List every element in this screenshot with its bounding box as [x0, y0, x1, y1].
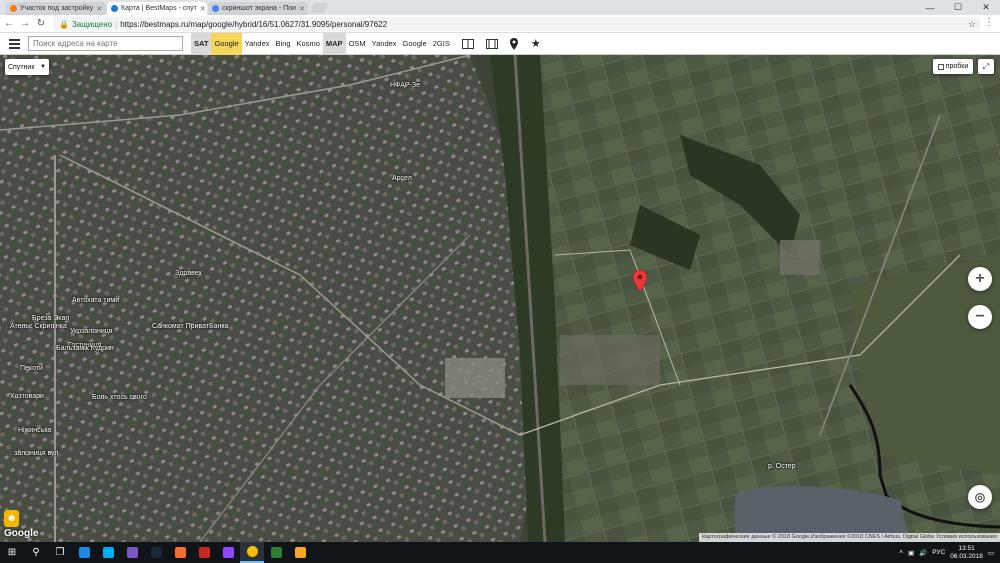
layer-sat-kosmo[interactable]: Kosmo [294, 33, 323, 55]
map-place-label: Укрзалізниця [70, 328, 113, 335]
clock-date: 06.03.2018 [950, 552, 983, 560]
layer-map-google[interactable]: Google [400, 33, 430, 55]
address-search-input[interactable] [28, 36, 183, 51]
taskbar-icons: ⊞ ⚲ ❐ [0, 542, 312, 563]
terminal-icon[interactable] [264, 542, 288, 563]
map-copyright: Картографические данные © 2018 Google,Из… [699, 533, 1000, 542]
split-horizontal-icon[interactable] [459, 33, 477, 55]
tab-favicon-icon [111, 5, 118, 12]
split-vertical-icon[interactable] [483, 33, 501, 55]
map-place-label: Хозтовари [10, 393, 44, 400]
layer-sat-google[interactable]: Google [211, 32, 242, 55]
browser-tab-3[interactable]: скриншот экрана - Пои ✕ [208, 2, 308, 15]
sat-group-label[interactable]: SAT [191, 32, 212, 55]
origin-icon[interactable] [168, 542, 192, 563]
map-group-label[interactable]: MAP [322, 32, 346, 55]
browser-tab-2[interactable]: Карта | BestMaps - спут ✕ [107, 2, 207, 15]
map-place-label: Боль хтось свого [92, 394, 147, 401]
tab-title: скриншот экрана - Пои [222, 5, 296, 12]
fullscreen-icon[interactable]: ⤢ [978, 59, 994, 74]
lock-icon: 🔒 [59, 19, 69, 29]
edge-icon[interactable] [72, 542, 96, 563]
windows-start-icon[interactable]: ⊞ [0, 542, 24, 563]
street-view-pegman-icon[interactable]: ☻ [4, 510, 19, 527]
map-place-label: Ніжинська [18, 427, 52, 434]
map-type-label: Спутник [8, 63, 35, 71]
maximize-button[interactable]: ☐ [944, 0, 972, 15]
clock-time: 13:51 [958, 544, 975, 552]
browser-tab-1[interactable]: Участок под застройку ✕ [6, 2, 106, 15]
volume-icon[interactable]: 🔊 [919, 549, 927, 557]
zoom-in-button[interactable]: + [968, 267, 992, 291]
satellite-map[interactable]: НФАР-Зе Арсел Здравех Автохата тими Бреза Эк… [0, 55, 1000, 542]
reload-icon[interactable]: ↻ [36, 18, 46, 29]
hamburger-menu-icon[interactable] [0, 33, 28, 55]
browser-menu-icon[interactable]: ⋮ [984, 17, 994, 28]
tab-title: Участок под застройку [20, 5, 94, 12]
map-type-control[interactable]: Спутник ▼ [5, 59, 49, 75]
tab-close-icon[interactable]: ✕ [299, 5, 305, 13]
language-indicator[interactable]: РУС [932, 549, 945, 556]
checkbox-icon [937, 63, 944, 70]
map-place-label: Санкомат ПриватБанка [152, 323, 229, 330]
chrome-icon[interactable] [240, 542, 264, 563]
tab-favicon-icon [10, 5, 17, 12]
map-place-label: Здравех [175, 270, 202, 277]
network-icon[interactable]: ▣ [908, 549, 914, 557]
notifications-icon[interactable]: ▭ [988, 549, 994, 557]
new-tab-button[interactable] [310, 3, 328, 13]
tab-title: Карта | BestMaps - спут [121, 5, 197, 12]
bookmark-star-icon[interactable]: ☆ [968, 19, 976, 30]
my-location-icon[interactable]: ◎ [968, 485, 992, 509]
traffic-toggle[interactable]: пробки [933, 59, 973, 74]
search-icon[interactable]: ⚲ [24, 542, 48, 563]
twitch-icon[interactable] [216, 542, 240, 563]
close-window-button[interactable]: ✕ [972, 0, 1000, 15]
map-place-label: НФАР-Зе [390, 82, 421, 89]
steam-icon[interactable] [144, 542, 168, 563]
layer-map-2gis[interactable]: 2GIS [430, 33, 453, 55]
map-place-label: залізниця вул [14, 450, 59, 457]
skype-icon[interactable] [96, 542, 120, 563]
address-bar-row: ← → ↻ 🔒 Защищено | https://bestmaps.ru/m… [0, 15, 1000, 33]
browser-tab-strip: Участок под застройку ✕ Карта | BestMaps… [0, 0, 1000, 15]
tray-up-arrow-icon[interactable]: ˄ [899, 549, 903, 556]
layer-map-osm[interactable]: OSM [346, 33, 369, 55]
forward-arrow-icon[interactable]: → [20, 18, 30, 29]
satellite-imagery [0, 55, 1000, 542]
map-place-label: Ательє Скрипінка [10, 323, 67, 330]
google-logo: Google [4, 528, 39, 539]
tab-close-icon[interactable]: ✕ [96, 5, 102, 13]
layer-sat-yandex[interactable]: Yandex [242, 33, 273, 55]
task-view-icon[interactable]: ❐ [48, 542, 72, 563]
minimize-button[interactable]: — [916, 0, 944, 15]
tab-close-icon[interactable]: ✕ [200, 5, 206, 13]
map-place-label: р. Остер [768, 463, 796, 470]
placemark-icon[interactable] [505, 33, 523, 55]
back-arrow-icon[interactable]: ← [4, 18, 14, 29]
dropdown-caret-icon: ▼ [40, 64, 46, 70]
favorite-star-icon[interactable]: ★ [527, 33, 545, 55]
shield-icon[interactable] [288, 542, 312, 563]
tab-favicon-icon [212, 5, 219, 12]
map-place-label: Арсел [392, 175, 412, 182]
layer-map-yandex[interactable]: Yandex [369, 33, 400, 55]
system-tray: ˄ ▣ 🔊 РУС 13:51 06.03.2018 ▭ [899, 542, 1000, 563]
map-place-label: Автохата тими [72, 297, 120, 304]
map-place-label: Бальзамік Кудрин [56, 345, 114, 352]
zoom-out-button[interactable]: − [968, 305, 992, 329]
map-place-label: Бреза Экап [32, 315, 70, 322]
game-icon[interactable] [192, 542, 216, 563]
traffic-label: пробки [945, 63, 969, 70]
url-text[interactable]: https://bestmaps.ru/map/google/hybrid/16… [120, 20, 387, 29]
clock[interactable]: 13:51 06.03.2018 [950, 545, 983, 561]
map-toolbar: SAT Google Yandex Bing Kosmo MAP OSM Yan… [0, 32, 1000, 55]
secure-label: Защищено [71, 19, 113, 29]
layer-sat-bing[interactable]: Bing [273, 33, 294, 55]
app-icon[interactable] [120, 542, 144, 563]
map-place-label: Пекоти [20, 365, 43, 372]
url-omnibox[interactable]: 🔒 Защищено | https://bestmaps.ru/map/goo… [54, 17, 980, 31]
windows-taskbar: ⊞ ⚲ ❐ ˄ ▣ 🔊 РУС 13:51 06.03.2018 ▭ [0, 542, 1000, 563]
window-controls: — ☐ ✕ [916, 0, 1000, 15]
